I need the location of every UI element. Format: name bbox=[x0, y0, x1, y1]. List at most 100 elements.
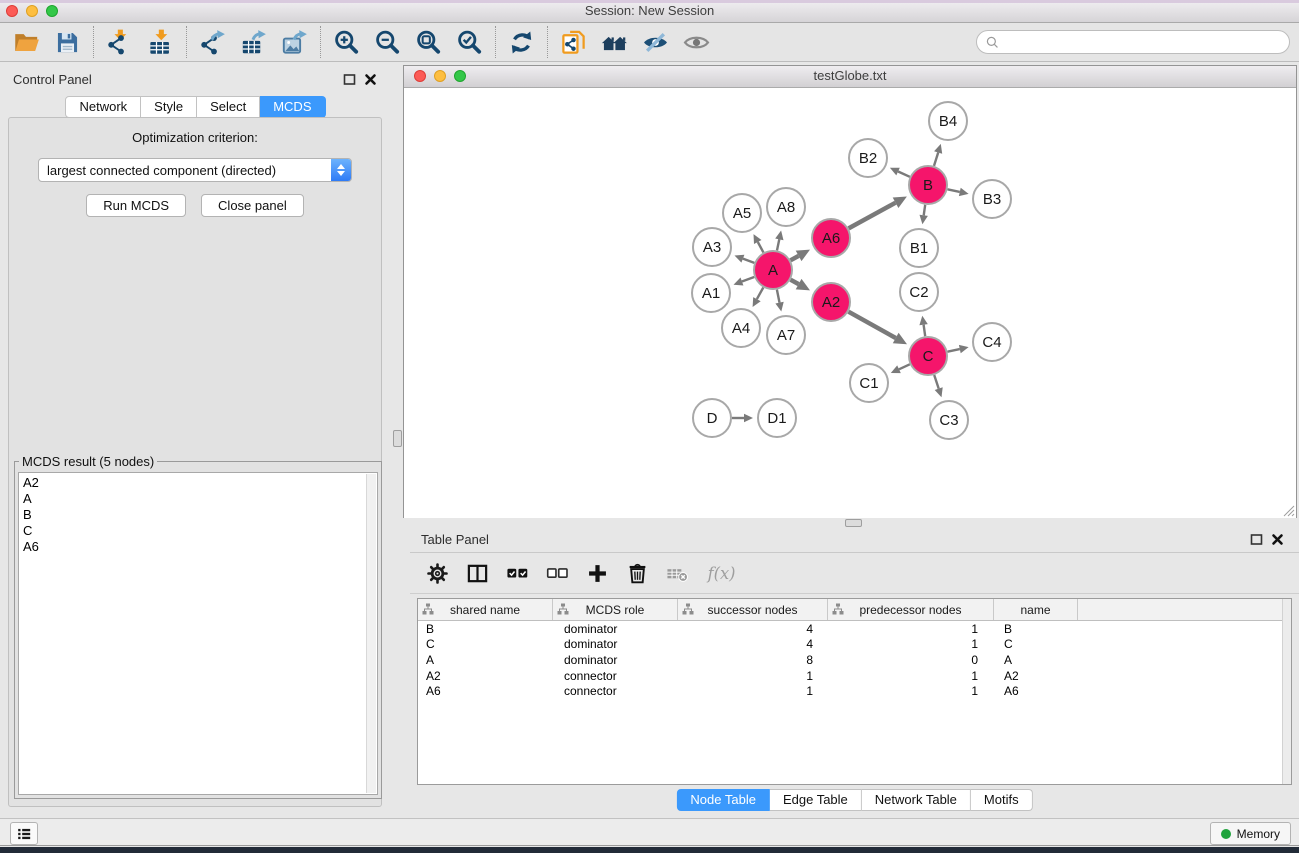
edge-A-A3[interactable] bbox=[735, 255, 755, 263]
show-graphics-details-button[interactable] bbox=[676, 25, 717, 59]
memory-button[interactable]: Memory bbox=[1210, 822, 1291, 845]
tab-style[interactable]: Style bbox=[141, 96, 197, 118]
edge-D-D1[interactable] bbox=[732, 414, 753, 423]
float-panel-icon[interactable] bbox=[343, 73, 356, 86]
node-A5[interactable]: A5 bbox=[723, 194, 761, 232]
vertical-divider-gripper[interactable] bbox=[393, 430, 402, 447]
node-D[interactable]: D bbox=[693, 399, 731, 437]
tab-edge-table[interactable]: Edge Table bbox=[770, 789, 862, 811]
export-network-button[interactable] bbox=[192, 25, 233, 59]
table-row[interactable]: Adominator80A bbox=[418, 652, 1291, 668]
column-header-name[interactable]: name bbox=[994, 599, 1078, 620]
edge-A2-C[interactable] bbox=[849, 312, 908, 345]
trash-button[interactable] bbox=[626, 562, 649, 585]
node-A3[interactable]: A3 bbox=[693, 228, 731, 266]
refresh-layout-button[interactable] bbox=[501, 25, 542, 59]
table-row[interactable]: Cdominator41C bbox=[418, 637, 1291, 653]
node-B4[interactable]: B4 bbox=[929, 102, 967, 140]
edge-B-B3[interactable] bbox=[948, 188, 969, 196]
edge-C-C4[interactable] bbox=[948, 345, 969, 353]
export-table-button[interactable] bbox=[233, 25, 274, 59]
node-C2[interactable]: C2 bbox=[900, 273, 938, 311]
table-row[interactable]: A6connector11A6 bbox=[418, 683, 1291, 699]
list-item[interactable]: A2 bbox=[23, 475, 377, 491]
split-columns-button[interactable] bbox=[466, 562, 489, 585]
column-header-MCDS-role[interactable]: MCDS role bbox=[553, 599, 678, 620]
edge-A-A8[interactable] bbox=[775, 231, 783, 251]
node-D1[interactable]: D1 bbox=[758, 399, 796, 437]
edge-A-A2[interactable] bbox=[791, 279, 811, 291]
delete-table-button[interactable] bbox=[666, 562, 689, 585]
criterion-select[interactable]: largest connected component (directed) bbox=[38, 158, 352, 182]
node-C1[interactable]: C1 bbox=[850, 364, 888, 402]
node-B1[interactable]: B1 bbox=[900, 229, 938, 267]
edge-C-C1[interactable] bbox=[891, 364, 910, 373]
edge-B-B4[interactable] bbox=[934, 144, 942, 166]
tab-node-table[interactable]: Node Table bbox=[676, 789, 770, 811]
node-A2[interactable]: A2 bbox=[812, 283, 850, 321]
table-scrollbar[interactable] bbox=[1282, 599, 1291, 784]
open-folder-button[interactable] bbox=[6, 25, 47, 59]
deselect-all-checks-button[interactable] bbox=[546, 562, 569, 585]
column-header-successor-nodes[interactable]: successor nodes bbox=[678, 599, 828, 620]
node-A8[interactable]: A8 bbox=[767, 188, 805, 226]
edge-A-A6[interactable] bbox=[791, 250, 811, 262]
select-all-checks-button[interactable] bbox=[506, 562, 529, 585]
node-A6[interactable]: A6 bbox=[812, 219, 850, 257]
list-item[interactable]: B bbox=[23, 507, 377, 523]
edge-A-A1[interactable] bbox=[734, 277, 755, 286]
column-header-predecessor-nodes[interactable]: predecessor nodes bbox=[828, 599, 994, 620]
zoom-out-button[interactable] bbox=[367, 25, 408, 59]
list-item[interactable]: A6 bbox=[23, 539, 377, 555]
zoom-fit-button[interactable] bbox=[408, 25, 449, 59]
list-item[interactable]: A bbox=[23, 491, 377, 507]
float-table-panel-icon[interactable] bbox=[1250, 533, 1263, 546]
zoom-in-button[interactable] bbox=[326, 25, 367, 59]
search-box[interactable] bbox=[976, 30, 1290, 54]
node-A[interactable]: A bbox=[754, 251, 792, 289]
gear-button[interactable] bbox=[426, 562, 449, 585]
run-mcds-button[interactable]: Run MCDS bbox=[86, 194, 186, 217]
edge-B-B2[interactable] bbox=[890, 168, 910, 177]
network-canvas[interactable]: AA1A2A3A4A5A6A7A8BB1B2B3B4CC1C2C3C4DD1 bbox=[404, 88, 1296, 518]
table-row[interactable]: Bdominator41B bbox=[418, 621, 1291, 637]
import-network-button[interactable] bbox=[99, 25, 140, 59]
edge-A-A7[interactable] bbox=[775, 290, 783, 312]
edge-B-B1[interactable] bbox=[920, 205, 928, 224]
task-history-button[interactable] bbox=[10, 822, 38, 845]
node-A4[interactable]: A4 bbox=[722, 309, 760, 347]
edge-A-A5[interactable] bbox=[754, 234, 764, 252]
zoom-selected-button[interactable] bbox=[449, 25, 490, 59]
search-input[interactable] bbox=[1004, 34, 1281, 51]
edge-C-C3[interactable] bbox=[934, 375, 943, 397]
node-A7[interactable]: A7 bbox=[767, 316, 805, 354]
close-panel-icon[interactable] bbox=[364, 73, 377, 86]
import-table-button[interactable] bbox=[140, 25, 181, 59]
hide-graphics-details-button[interactable] bbox=[635, 25, 676, 59]
node-A1[interactable]: A1 bbox=[692, 274, 730, 312]
houses-button[interactable] bbox=[594, 25, 635, 59]
list-item[interactable]: C bbox=[23, 523, 377, 539]
node-B[interactable]: B bbox=[909, 166, 947, 204]
column-header-shared-name[interactable]: shared name bbox=[418, 599, 553, 620]
edge-A-A4[interactable] bbox=[753, 288, 764, 308]
clone-network-button[interactable] bbox=[553, 25, 594, 59]
node-C[interactable]: C bbox=[909, 337, 947, 375]
tab-motifs[interactable]: Motifs bbox=[971, 789, 1033, 811]
resize-grip-icon[interactable] bbox=[1282, 504, 1295, 517]
node-C4[interactable]: C4 bbox=[973, 323, 1011, 361]
node-B3[interactable]: B3 bbox=[973, 180, 1011, 218]
app-titlebar[interactable]: Session: New Session bbox=[0, 0, 1299, 23]
save-button[interactable] bbox=[47, 25, 88, 59]
tab-select[interactable]: Select bbox=[197, 96, 260, 118]
network-window-titlebar[interactable]: testGlobe.txt bbox=[404, 66, 1296, 88]
result-list-scrollbar[interactable] bbox=[366, 474, 376, 793]
export-image-button[interactable] bbox=[274, 25, 315, 59]
close-table-panel-icon[interactable] bbox=[1271, 533, 1284, 546]
table-row[interactable]: A2connector11A2 bbox=[418, 668, 1291, 684]
tab-network[interactable]: Network bbox=[65, 96, 141, 118]
edge-C-C2[interactable] bbox=[919, 316, 927, 336]
tab-network-table[interactable]: Network Table bbox=[862, 789, 971, 811]
function-builder-button[interactable]: f(x) bbox=[706, 562, 738, 585]
tab-mcds[interactable]: MCDS bbox=[260, 96, 325, 118]
